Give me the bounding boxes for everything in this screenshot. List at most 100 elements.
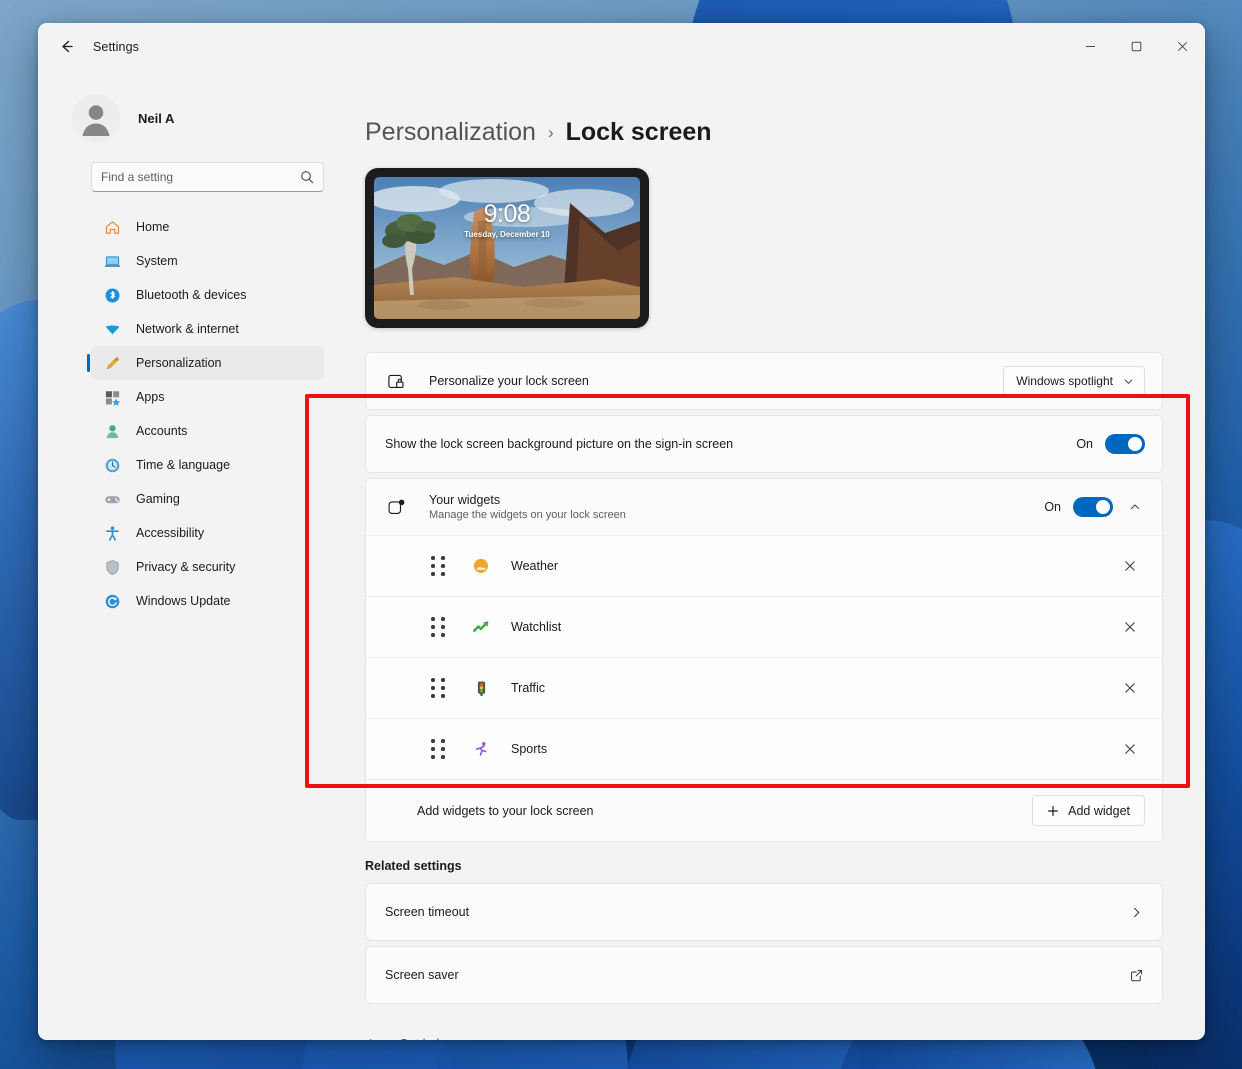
sidebar-item-network[interactable]: Network & internet	[91, 312, 324, 346]
watchlist-icon	[470, 616, 492, 638]
widget-name: Watchlist	[511, 620, 1115, 634]
network-icon	[103, 320, 121, 338]
personalize-lock-screen-row[interactable]: Personalize your lock screen Windows spo…	[366, 353, 1162, 409]
footer-links: Get help Give feedba	[365, 1030, 1163, 1040]
sidebar-item-label: Personalization	[136, 356, 221, 370]
close-icon	[1124, 560, 1136, 572]
window-title: Settings	[93, 40, 139, 54]
sidebar: Neil A	[38, 70, 336, 1040]
sidebar-item-personalization[interactable]: Personalization	[91, 346, 324, 380]
breadcrumb-parent-link[interactable]: Personalization	[365, 118, 536, 147]
sidebar-item-bluetooth[interactable]: Bluetooth & devices	[91, 278, 324, 312]
your-widgets-toggle[interactable]	[1073, 497, 1113, 517]
drag-handle-icon[interactable]	[427, 738, 449, 760]
your-widgets-header-row[interactable]: Your widgets Manage the widgets on your …	[366, 479, 1162, 535]
signin-background-row[interactable]: Show the lock screen background picture …	[366, 416, 1162, 472]
window-controls	[1067, 23, 1205, 70]
home-icon	[103, 218, 121, 236]
widget-row-weather[interactable]: Weather	[366, 535, 1162, 596]
drag-handle-icon[interactable]	[427, 555, 449, 577]
desktop-background: Settings	[0, 0, 1242, 1069]
related-item-screen-saver[interactable]: Screen saver	[365, 946, 1163, 1004]
weather-icon	[470, 555, 492, 577]
maximize-icon	[1131, 41, 1142, 52]
sidebar-item-label: Windows Update	[136, 594, 231, 608]
personalize-lock-screen-label: Personalize your lock screen	[429, 374, 1003, 388]
update-icon	[103, 592, 121, 610]
maximize-button[interactable]	[1113, 23, 1159, 70]
sidebar-item-home[interactable]: Home	[91, 210, 324, 244]
add-widget-label: Add widgets to your lock screen	[417, 804, 1032, 818]
title-bar: Settings	[38, 23, 1205, 70]
minimize-icon	[1085, 41, 1096, 52]
bluetooth-icon	[103, 286, 121, 304]
sidebar-item-privacy-security[interactable]: Privacy & security	[91, 550, 324, 584]
sidebar-item-gaming[interactable]: Gaming	[91, 482, 324, 516]
related-item-screen-timeout[interactable]: Screen timeout	[365, 883, 1163, 941]
lock-screen-preview: 9:08 Tuesday, December 10	[365, 168, 649, 328]
settings-window: Settings	[38, 23, 1205, 1040]
sidebar-item-label: Network & internet	[136, 322, 239, 336]
breadcrumb-separator: ›	[548, 123, 554, 143]
sidebar-item-time-language[interactable]: Time & language	[91, 448, 324, 482]
remove-widget-button[interactable]	[1115, 734, 1145, 764]
widgets-icon	[385, 496, 407, 518]
sidebar-item-system[interactable]: System	[91, 244, 324, 278]
signin-background-toggle[interactable]	[1105, 434, 1145, 454]
related-item-label: Screen saver	[385, 968, 1130, 982]
lock-screen-icon	[385, 370, 407, 392]
gaming-icon	[103, 490, 121, 508]
widget-name: Traffic	[511, 681, 1115, 695]
time-icon	[103, 456, 121, 474]
profile-section[interactable]: Neil A	[38, 70, 324, 148]
plus-icon	[1047, 805, 1059, 817]
sidebar-item-windows-update[interactable]: Windows Update	[91, 584, 324, 618]
sidebar-item-label: Gaming	[136, 492, 180, 506]
add-widget-row: Add widgets to your lock screen Add widg…	[366, 779, 1162, 841]
sidebar-item-apps[interactable]: Apps	[91, 380, 324, 414]
user-avatar-icon	[72, 94, 120, 142]
get-help-link[interactable]: Get help	[365, 1030, 1163, 1040]
sidebar-item-accounts[interactable]: Accounts	[91, 414, 324, 448]
sidebar-item-label: Bluetooth & devices	[136, 288, 247, 302]
widget-row-watchlist[interactable]: Watchlist	[366, 596, 1162, 657]
widget-row-traffic[interactable]: Traffic	[366, 657, 1162, 718]
profile-name: Neil A	[138, 111, 174, 126]
minimize-button[interactable]	[1067, 23, 1113, 70]
remove-widget-button[interactable]	[1115, 673, 1145, 703]
apps-icon	[103, 388, 121, 406]
remove-widget-button[interactable]	[1115, 551, 1145, 581]
close-icon	[1124, 743, 1136, 755]
drag-handle-icon[interactable]	[427, 616, 449, 638]
back-button[interactable]	[50, 31, 82, 63]
drag-handle-icon[interactable]	[427, 677, 449, 699]
add-widget-button[interactable]: Add widget	[1032, 795, 1145, 826]
help-icon	[365, 1035, 383, 1040]
your-widgets-title: Your widgets	[429, 493, 1044, 507]
remove-widget-button[interactable]	[1115, 612, 1145, 642]
search-input[interactable]	[101, 170, 300, 184]
related-settings-heading: Related settings	[365, 859, 1163, 873]
sidebar-item-accessibility[interactable]: Accessibility	[91, 516, 324, 550]
toggle-knob	[1128, 437, 1142, 451]
preview-clock-date: Tuesday, December 10	[374, 230, 640, 239]
widget-row-sports[interactable]: Sports	[366, 718, 1162, 779]
close-button[interactable]	[1159, 23, 1205, 70]
chevron-right-icon	[1130, 906, 1143, 919]
related-item-label: Screen timeout	[385, 905, 1130, 919]
widget-name: Weather	[511, 559, 1115, 573]
expand-collapse-button[interactable]	[1125, 497, 1145, 517]
widgets-toggle-state: On	[1044, 500, 1061, 514]
lock-screen-source-dropdown[interactable]: Windows spotlight	[1003, 366, 1145, 396]
sidebar-item-label: Privacy & security	[136, 560, 235, 574]
page-title: Lock screen	[566, 118, 712, 147]
footer-link-label: Get help	[399, 1037, 446, 1040]
preview-wallpaper-image	[374, 177, 640, 319]
system-icon	[103, 252, 121, 270]
chevron-down-icon	[1123, 376, 1134, 387]
sidebar-item-label: Time & language	[136, 458, 230, 472]
sidebar-nav: Home System	[38, 210, 324, 618]
sidebar-item-label: System	[136, 254, 178, 268]
search-box[interactable]	[91, 162, 324, 192]
personalize-lock-screen-card: Personalize your lock screen Windows spo…	[365, 352, 1163, 410]
